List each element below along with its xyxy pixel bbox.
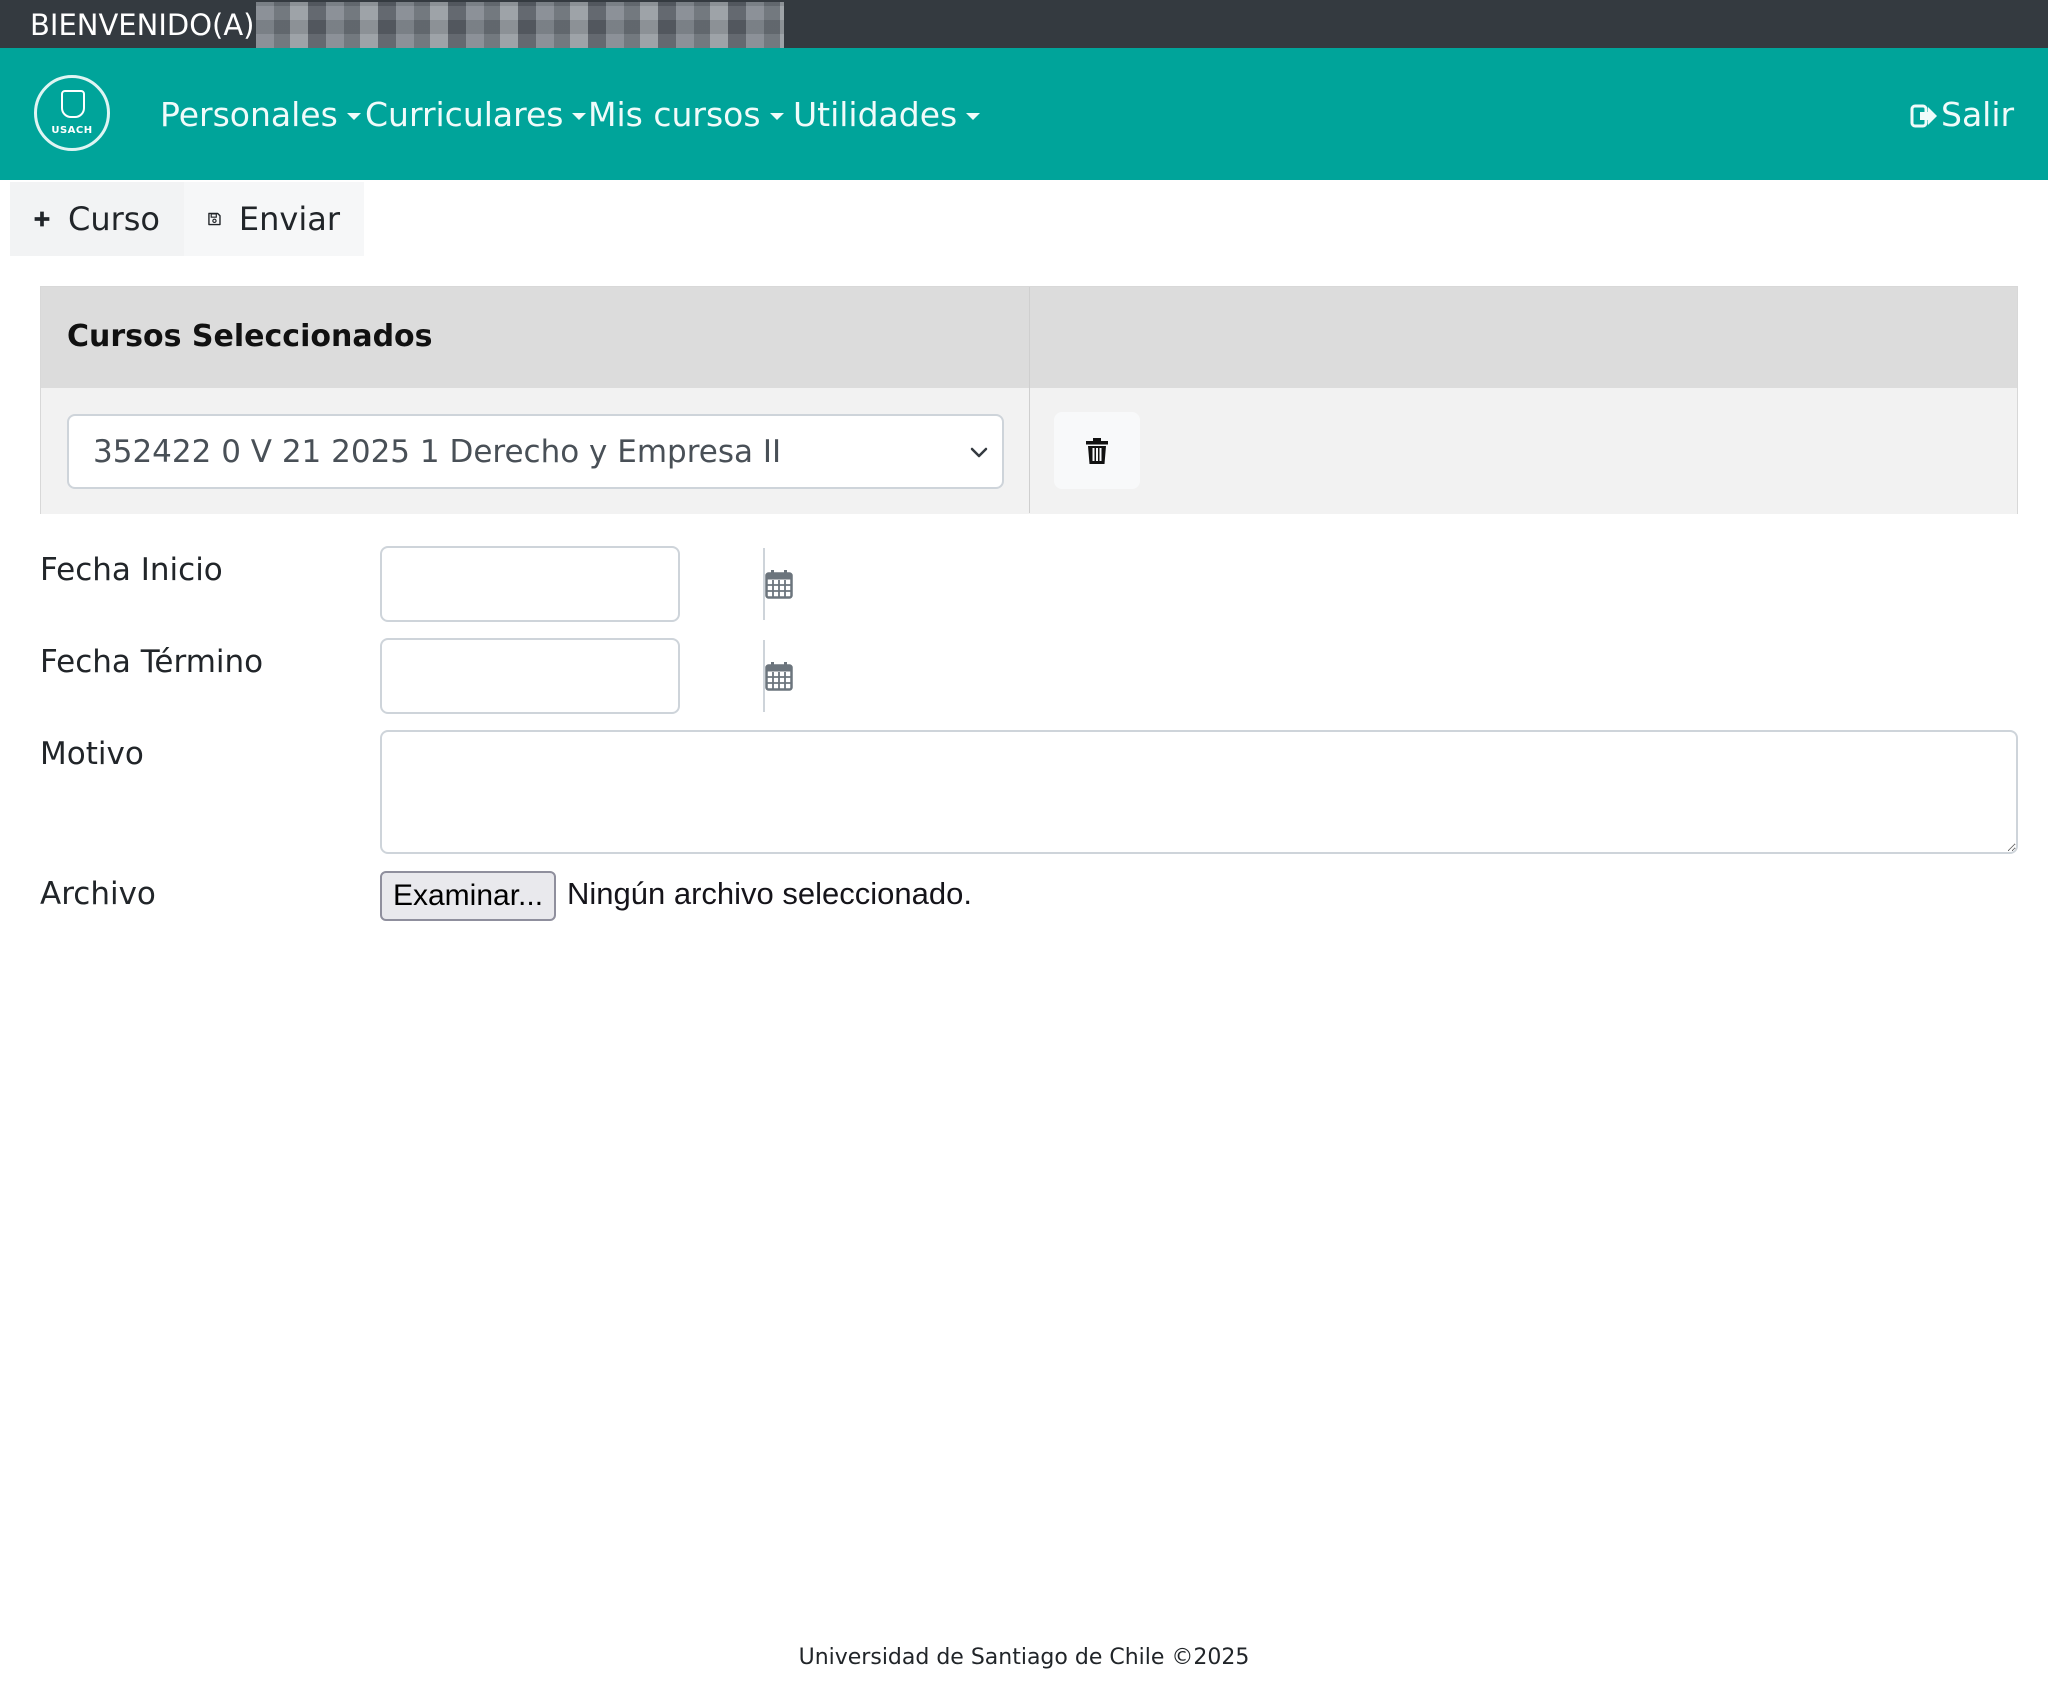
calendar-icon [765,662,793,691]
delete-course-button[interactable] [1054,412,1140,489]
motivo-label: Motivo [40,736,144,772]
course-select-value: 352422 0 V 21 2025 1 Derecho y Empresa I… [93,433,782,470]
send-label: Enviar [238,200,340,238]
table-header-title: Cursos Seleccionados [67,319,433,354]
save-icon [208,212,221,226]
logout-link[interactable]: Salir [1910,95,2014,135]
fecha-termino-label: Fecha Término [40,644,264,680]
sign-out-icon [1910,104,1937,128]
nav-curriculares-dropdown[interactable]: Curriculares [365,95,587,135]
nav-personales-dropdown[interactable]: Personales [160,95,361,135]
fecha-termino-input[interactable] [382,640,763,712]
logo-text: USACH [51,125,93,136]
fecha-inicio-input[interactable] [382,548,763,620]
file-status-text: Ningún archivo seleccionado. [567,876,972,911]
course-select[interactable]: 352422 0 V 21 2025 1 Derecho y Empresa I… [67,414,1004,489]
nav-utilidades-dropdown[interactable]: Utilidades [793,95,981,135]
browse-file-button[interactable]: Examinar... [380,871,556,921]
plus-icon [34,211,50,227]
add-course-button[interactable]: Curso [10,182,184,256]
caret-down-icon [572,113,587,120]
send-button[interactable]: Enviar [184,182,364,256]
fecha-inicio-label: Fecha Inicio [40,552,223,588]
nav-curriculares-label: Curriculares [365,95,564,134]
nav-mis-cursos-label: Mis cursos [588,95,761,134]
caret-down-icon [966,113,981,120]
action-toolbar: Curso Enviar [10,182,364,256]
chevron-down-icon [970,447,988,458]
footer-copyright: Universidad de Santiago de Chile ©2025 [798,1645,1250,1670]
fecha-inicio-calendar-button[interactable] [763,548,793,620]
logout-label: Salir [1941,95,2015,134]
redacted-user-name [256,2,784,48]
calendar-icon [765,570,793,599]
fecha-termino-group [380,638,793,714]
nav-personales-label: Personales [160,95,338,134]
welcome-label: BIENVENIDO(A) [30,8,255,42]
caret-down-icon [346,113,361,120]
archivo-label: Archivo [40,876,156,912]
selected-courses-table: Cursos Seleccionados 352422 0 V 21 2025 … [40,286,2018,514]
column-divider [1029,287,1030,513]
main-navbar: USACH Personales Curriculares Mis cursos… [0,48,2048,180]
add-course-label: Curso [67,200,160,238]
caret-down-icon [769,113,784,120]
motivo-textarea[interactable] [380,730,2018,854]
university-emblem-icon [61,90,85,118]
trash-icon [1086,437,1108,464]
usach-logo[interactable]: USACH [34,75,110,151]
nav-mis-cursos-dropdown[interactable]: Mis cursos [588,95,784,135]
fecha-termino-calendar-button[interactable] [763,640,793,712]
welcome-bar: BIENVENIDO(A) [0,0,2048,48]
nav-utilidades-label: Utilidades [793,95,958,134]
fecha-inicio-group [380,546,793,622]
